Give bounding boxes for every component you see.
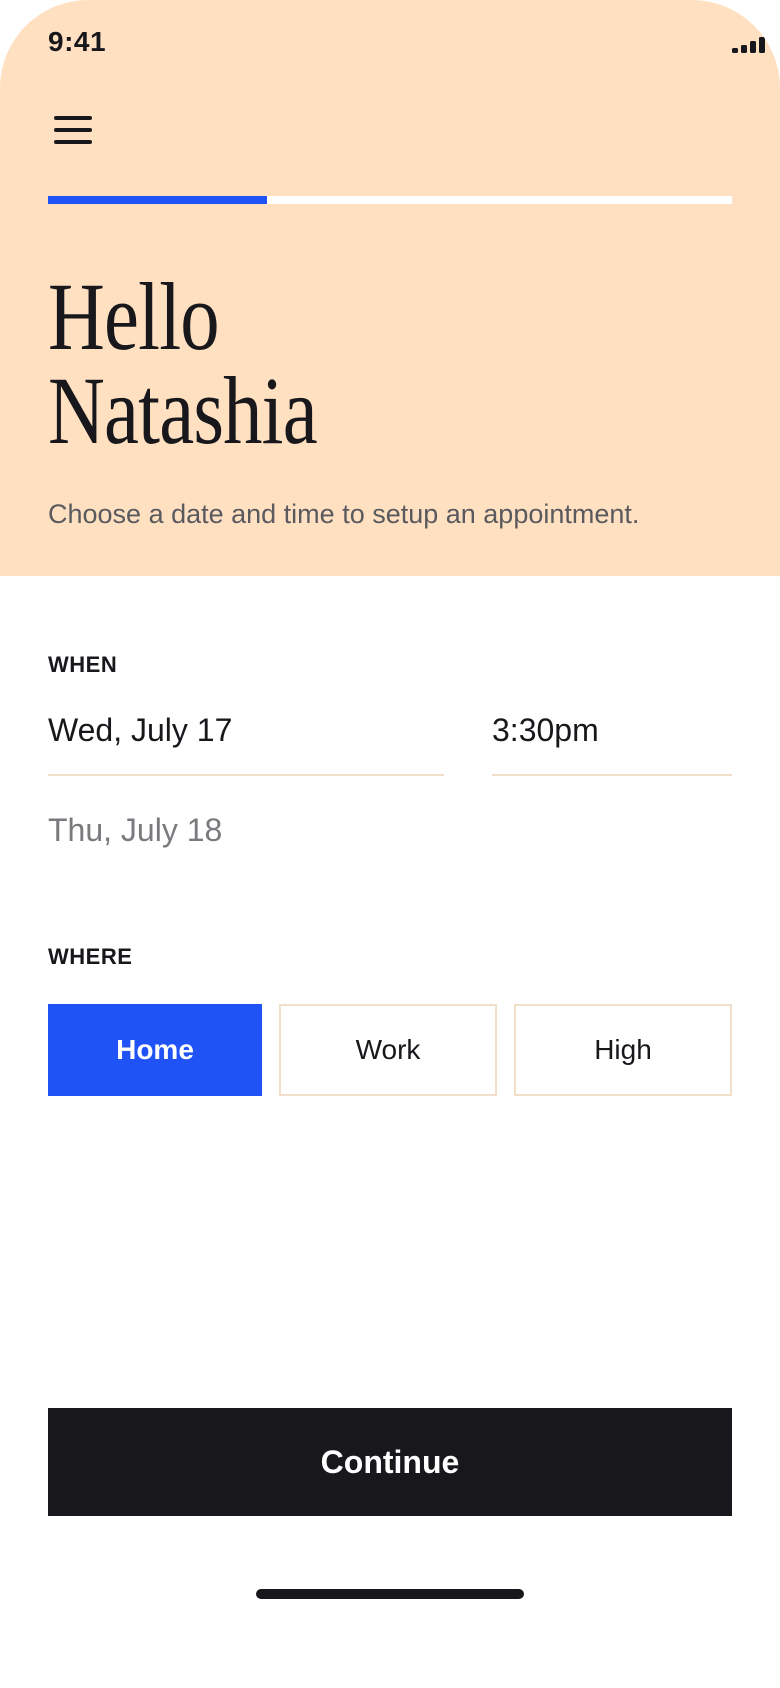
menu-icon[interactable] <box>54 116 92 144</box>
greeting-line-2: Natashia <box>48 357 318 464</box>
progress-fill <box>48 196 267 204</box>
app-screen: 9:41 Hello Natashia Choose a date and ti… <box>0 0 780 1688</box>
hero-header: 9:41 Hello Natashia Choose a date and ti… <box>0 0 780 576</box>
date-option-next[interactable]: Thu, July 18 <box>48 812 222 849</box>
place-home-button[interactable]: Home <box>48 1004 262 1096</box>
selected-date: Wed, July 17 <box>48 712 233 748</box>
place-high-button[interactable]: High <box>514 1004 732 1096</box>
continue-button[interactable]: Continue <box>48 1408 732 1516</box>
greeting-title: Hello Natashia <box>48 263 318 464</box>
time-field[interactable]: 3:30pm <box>492 692 732 776</box>
selected-time: 3:30pm <box>492 712 599 748</box>
subtitle: Choose a date and time to setup an appoi… <box>48 499 640 529</box>
progress-bar <box>48 196 732 204</box>
date-field[interactable]: Wed, July 17 <box>48 692 444 776</box>
when-label: WHEN <box>48 652 118 677</box>
where-label: WHERE <box>48 944 133 969</box>
greeting-line-1: Hello <box>48 263 220 370</box>
signal-icon <box>732 37 765 53</box>
status-time: 9:41 <box>48 26 107 57</box>
home-indicator <box>256 1589 524 1599</box>
place-work-button[interactable]: Work <box>279 1004 497 1096</box>
